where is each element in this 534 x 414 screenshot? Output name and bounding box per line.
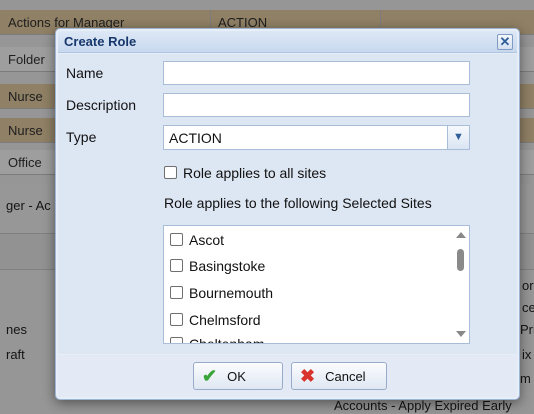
site-checkbox[interactable] [170,258,183,272]
cancel-button[interactable]: ✖ Cancel [291,362,387,390]
scroll-up-icon[interactable] [456,232,466,238]
create-role-dialog: Create Role ✕ Name Description Type ACTI… [55,28,520,400]
dialog-titlebar[interactable]: Create Role ✕ [58,31,517,53]
site-checkbox[interactable] [170,232,183,246]
cancel-label: Cancel [325,368,366,384]
site-label: Cheltenham [189,336,265,344]
description-field[interactable] [163,93,470,117]
all-sites-option[interactable]: Role applies to all sites [164,165,326,181]
chevron-down-icon[interactable]: ▼ [447,126,469,149]
list-item[interactable]: Chelmsford [170,312,261,334]
scroll-down-icon[interactable] [456,331,466,337]
site-label: Chelmsford [189,312,261,328]
close-icon[interactable]: ✕ [497,34,513,50]
ok-label: OK [227,368,246,384]
dialog-body: Name Description Type ACTION ▼ Role appl… [58,54,517,354]
site-checkbox[interactable] [170,336,183,343]
name-field[interactable] [163,61,470,85]
type-select-value: ACTION [169,130,222,146]
type-select[interactable]: ACTION ▼ [163,125,470,150]
site-checkbox[interactable] [170,312,183,326]
dialog-title: Create Role [64,34,137,49]
site-label: Bournemouth [189,285,274,301]
list-item[interactable]: Bournemouth [170,285,273,307]
scrollbar[interactable] [452,226,469,343]
site-label: Ascot [189,232,225,248]
list-item[interactable]: Ascot [170,232,224,254]
x-icon: ✖ [300,366,316,386]
all-sites-checkbox[interactable] [164,165,177,179]
ok-button[interactable]: ✔ OK [193,362,283,390]
list-item[interactable]: Basingstoke [170,258,265,280]
name-label: Name [66,65,104,81]
description-label: Description [66,97,137,113]
sites-list[interactable]: Ascot Basingstoke Bournemouth Chelmsford… [163,225,470,344]
all-sites-label: Role applies to all sites [183,165,327,181]
dialog-footer: ✔ OK ✖ Cancel [58,355,517,397]
selected-sites-caption: Role applies to the following Selected S… [164,195,432,211]
site-checkbox[interactable] [170,285,183,299]
scroll-thumb[interactable] [457,249,464,271]
site-label: Basingstoke [189,258,266,274]
check-icon: ✔ [202,366,218,386]
list-item[interactable]: Cheltenham [170,336,265,344]
type-label: Type [66,129,97,145]
